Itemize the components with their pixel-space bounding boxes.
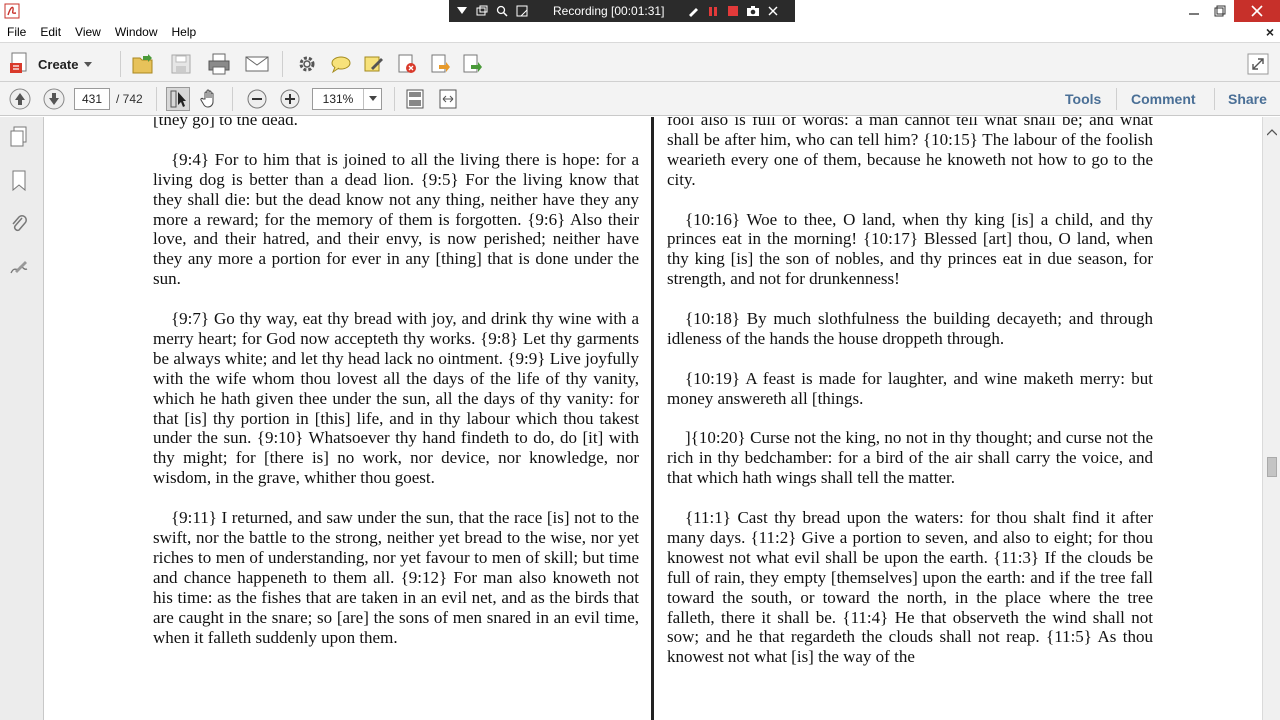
save-icon[interactable] bbox=[169, 52, 193, 76]
title-bar: Recording [00:01:31] bbox=[0, 0, 1280, 22]
navigation-pane bbox=[0, 117, 44, 720]
menu-file[interactable]: File bbox=[0, 25, 33, 39]
page-number-input[interactable]: 431 bbox=[74, 88, 110, 110]
toolbar-separator bbox=[232, 87, 233, 111]
delete-page-icon[interactable] bbox=[395, 52, 419, 76]
export-page-icon[interactable] bbox=[428, 52, 452, 76]
paragraph: fool also is full of words: a man cannot… bbox=[667, 117, 1153, 189]
email-icon[interactable] bbox=[245, 52, 269, 76]
paragraph: {10:19} A feast is made for laughter, an… bbox=[667, 368, 1153, 408]
create-label: Create bbox=[38, 56, 79, 72]
bookmarks-icon[interactable] bbox=[8, 169, 30, 193]
recorder-close-icon[interactable] bbox=[764, 2, 782, 20]
page-total-label: / 742 bbox=[116, 92, 143, 106]
zoom-dropdown-icon[interactable] bbox=[363, 89, 381, 109]
document-left-column: [they go] to the dead. {9:4} For to him … bbox=[153, 117, 639, 667]
attachments-paperclip-icon[interactable] bbox=[8, 212, 30, 236]
toolbar-separator bbox=[120, 51, 121, 77]
document-right-column: fool also is full of words: a man cannot… bbox=[667, 117, 1153, 687]
page-divider bbox=[651, 117, 654, 720]
main-toolbar: Create bbox=[0, 42, 1280, 82]
toolbar-separator bbox=[394, 87, 395, 111]
recorder-stop-icon[interactable] bbox=[724, 2, 742, 20]
document-view[interactable]: [they go] to the dead. {9:4} For to him … bbox=[45, 117, 1262, 720]
paragraph: {10:18} By much slothfulness the buildin… bbox=[667, 309, 1153, 348]
zoom-in-icon[interactable] bbox=[278, 87, 302, 111]
comment-link[interactable]: Comment bbox=[1131, 91, 1196, 107]
vertical-scrollbar[interactable] bbox=[1262, 117, 1280, 720]
signatures-icon[interactable] bbox=[8, 255, 30, 279]
link-separator bbox=[1116, 88, 1117, 110]
insert-page-icon[interactable] bbox=[460, 52, 484, 76]
zoom-out-icon[interactable] bbox=[245, 87, 269, 111]
screen-recorder-bar: Recording [00:01:31] bbox=[449, 0, 795, 22]
paragraph: {9:4} For to him that is joined to all t… bbox=[153, 149, 639, 289]
sign-pen-icon[interactable] bbox=[362, 52, 386, 76]
open-folder-icon[interactable] bbox=[131, 52, 155, 76]
paragraph: {9:7} Go thy way, eat thy bread with joy… bbox=[153, 309, 639, 488]
close-document-icon[interactable]: × bbox=[1266, 24, 1274, 40]
menu-view[interactable]: View bbox=[68, 25, 108, 39]
create-dropdown-icon bbox=[84, 57, 93, 71]
paragraph: {11:1} Cast thy bread upon the waters: f… bbox=[667, 508, 1153, 667]
recording-status-label: Recording [00:01:31] bbox=[553, 4, 665, 18]
zoom-level-select[interactable]: 131% bbox=[312, 88, 382, 110]
paragraph: {9:11} I returned, and saw under the sun… bbox=[153, 508, 639, 647]
fit-page-icon[interactable] bbox=[403, 87, 427, 111]
recorder-region-icon[interactable] bbox=[513, 2, 531, 20]
menu-bar: File Edit View Window Help × bbox=[0, 22, 1280, 42]
toolbar-separator bbox=[156, 87, 157, 111]
previous-page-icon[interactable] bbox=[8, 87, 32, 111]
menu-window[interactable]: Window bbox=[108, 25, 165, 39]
recorder-zoom-icon[interactable] bbox=[493, 2, 511, 20]
create-pdf-icon bbox=[8, 51, 32, 78]
next-page-icon[interactable] bbox=[42, 87, 66, 111]
recorder-pen-icon[interactable] bbox=[684, 2, 702, 20]
fullscreen-expand-icon[interactable] bbox=[1246, 52, 1270, 76]
toolbar-separator bbox=[282, 51, 283, 77]
tools-link[interactable]: Tools bbox=[1065, 91, 1101, 107]
scrollbar-thumb[interactable] bbox=[1267, 457, 1277, 477]
menu-help[interactable]: Help bbox=[165, 25, 204, 39]
create-button[interactable]: Create bbox=[8, 51, 93, 78]
scroll-up-arrow-icon[interactable] bbox=[1266, 127, 1278, 137]
zoom-value: 131% bbox=[322, 92, 354, 106]
recorder-pause-icon[interactable] bbox=[704, 2, 722, 20]
paragraph: {10:16} Woe to thee, O land, when thy ki… bbox=[667, 209, 1153, 289]
acrobat-app-icon bbox=[4, 3, 20, 19]
menu-edit[interactable]: Edit bbox=[33, 25, 68, 39]
window-close-button[interactable] bbox=[1234, 0, 1280, 22]
link-separator bbox=[1214, 88, 1215, 110]
recorder-camera-icon[interactable] bbox=[744, 2, 762, 20]
recorder-menu-icon[interactable] bbox=[453, 2, 471, 20]
hand-tool-icon[interactable] bbox=[198, 87, 222, 111]
paragraph: [they go] to the dead. bbox=[153, 117, 298, 129]
navigation-toolbar: 431 / 742 131% Tools Comment Share bbox=[0, 82, 1280, 116]
fit-width-icon[interactable] bbox=[436, 87, 460, 111]
paragraph: ]{10:20} Curse not the king, no not in t… bbox=[667, 428, 1153, 488]
page-thumbnails-icon[interactable] bbox=[8, 125, 30, 149]
share-link[interactable]: Share bbox=[1228, 91, 1267, 107]
comment-bubble-icon[interactable] bbox=[329, 52, 353, 76]
recorder-window-icon[interactable] bbox=[473, 2, 491, 20]
settings-gear-icon[interactable] bbox=[295, 52, 319, 76]
print-icon[interactable] bbox=[207, 52, 231, 76]
select-cursor-icon[interactable] bbox=[166, 87, 190, 111]
